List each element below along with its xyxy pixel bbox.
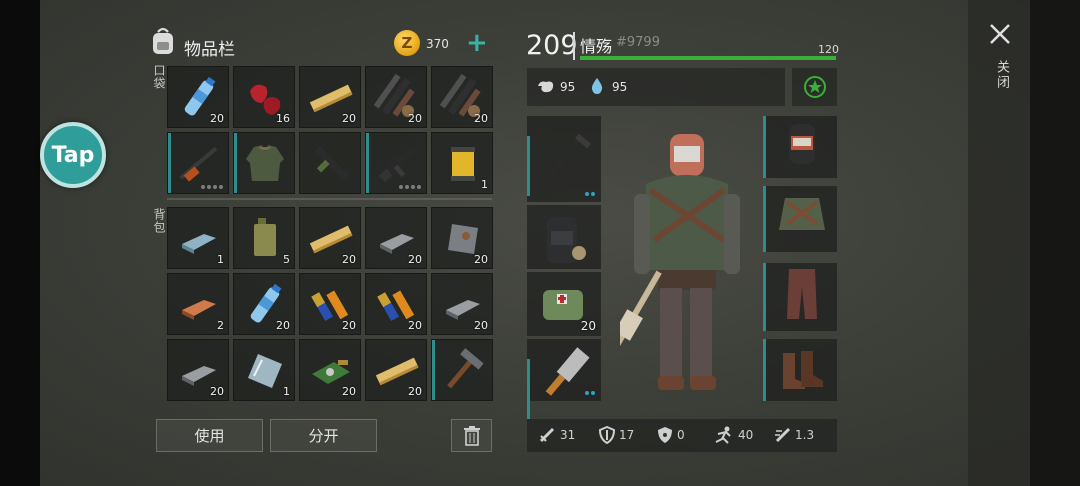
inventory-slot[interactable]: 5 [233,207,295,269]
melee-slot[interactable] [527,339,601,419]
crowbar-icon [543,133,592,184]
add-coins-button[interactable]: + [466,29,488,57]
foot-armor-slot[interactable] [763,339,837,401]
trash-icon [463,425,480,446]
defense-stat: 17 [619,428,635,442]
hammer-icon [447,348,484,389]
pants-icon [787,269,817,319]
split-button[interactable]: 分开 [270,419,377,452]
delete-button[interactable] [451,419,492,452]
inventory-slot[interactable]: 20 [299,66,361,128]
tap-floating-button[interactable]: Tap [40,122,106,188]
backpack-slot[interactable] [527,205,601,269]
weapon-slot[interactable] [527,116,601,202]
head-armor-slot[interactable] [763,116,837,178]
close-icon[interactable] [988,22,1012,46]
quality-dots [399,185,421,189]
water-drop-icon [591,78,603,94]
section-divider [167,198,492,200]
leg-armor-slot[interactable] [763,263,837,331]
inventory-slot[interactable]: 20 [299,207,361,269]
speed-stat: 40 [738,428,754,442]
inventory-slot[interactable]: 20 [167,339,229,401]
game-screen: Tap 物品栏 Z 370 + 口袋 背包 20 16 20 20 20 1 1… [0,0,1080,486]
backpack-section-label: 背包 [152,208,166,234]
attack-speed-icon [775,427,791,443]
inventory-slot[interactable]: 20 [233,273,295,335]
level-separator [573,32,575,60]
radiation-stat: 0 [677,428,685,442]
sword-icon [539,427,555,443]
tactical-backpack-icon [547,217,586,263]
health-bar [580,56,836,60]
favorite-button[interactable] [792,68,837,106]
health-value: 120 [818,43,839,56]
helmet-icon [789,124,815,164]
inventory-slot[interactable]: 20 [167,66,229,128]
rifle-icon [179,146,218,182]
attack-speed-stat: 1.3 [795,428,815,442]
medkit-slot[interactable]: 20 [527,272,601,336]
inventory-slot[interactable]: 20 [299,273,361,335]
boots-icon [783,351,823,389]
attack-stat: 31 [560,428,576,442]
left-edge [0,0,40,486]
inventory-slot[interactable]: 20 [365,66,427,128]
inventory-title: 物品栏 [184,40,235,60]
inventory-slot[interactable] [233,132,295,194]
player-name: 情殇 [580,37,613,56]
inventory-slot[interactable] [365,132,427,194]
running-icon [715,426,731,444]
inventory-slot[interactable]: 1 [431,132,493,194]
inventory-slot[interactable]: 20 [431,273,493,335]
submachine-gun-icon [314,145,350,181]
coin-count: 370 [426,37,449,51]
inventory-slot[interactable] [299,132,361,194]
inventory-slot[interactable] [167,132,229,194]
inventory-slot[interactable]: 20 [431,207,493,269]
backpack-icon [153,27,173,54]
radiation-shield-icon [658,427,672,443]
use-button[interactable]: 使用 [156,419,263,452]
inventory-slot[interactable]: 20 [365,339,427,401]
right-edge [1030,0,1080,486]
jacket-icon [246,145,284,181]
star-icon [803,76,826,98]
body-armor-icon [779,198,825,230]
inventory-slot[interactable] [431,339,493,401]
inventory-slot[interactable]: 20 [365,273,427,335]
player-level: 209 [526,30,578,61]
inventory-slot[interactable]: 16 [233,66,295,128]
thirst-value: 95 [612,80,628,94]
assault-rifle-icon [377,146,416,183]
shield-icon [598,426,616,444]
inventory-slot[interactable]: 1 [233,339,295,401]
quality-dots [201,185,223,189]
hunger-value: 95 [560,80,576,94]
coin-icon: Z [394,30,420,56]
inventory-slot[interactable]: 1 [167,207,229,269]
body-armor-slot[interactable] [763,186,837,252]
player-character [620,134,740,390]
close-label[interactable]: 关闭 [992,60,1011,90]
inventory-slot[interactable]: 20 [299,339,361,401]
cleaver-icon [545,347,590,396]
inventory-slot[interactable]: 20 [365,207,427,269]
inventory-slot[interactable]: 2 [167,273,229,335]
player-id: #9799 [616,35,660,50]
stomach-icon [538,81,554,93]
pocket-section-label: 口袋 [152,64,166,90]
inventory-slot[interactable]: 20 [431,66,493,128]
